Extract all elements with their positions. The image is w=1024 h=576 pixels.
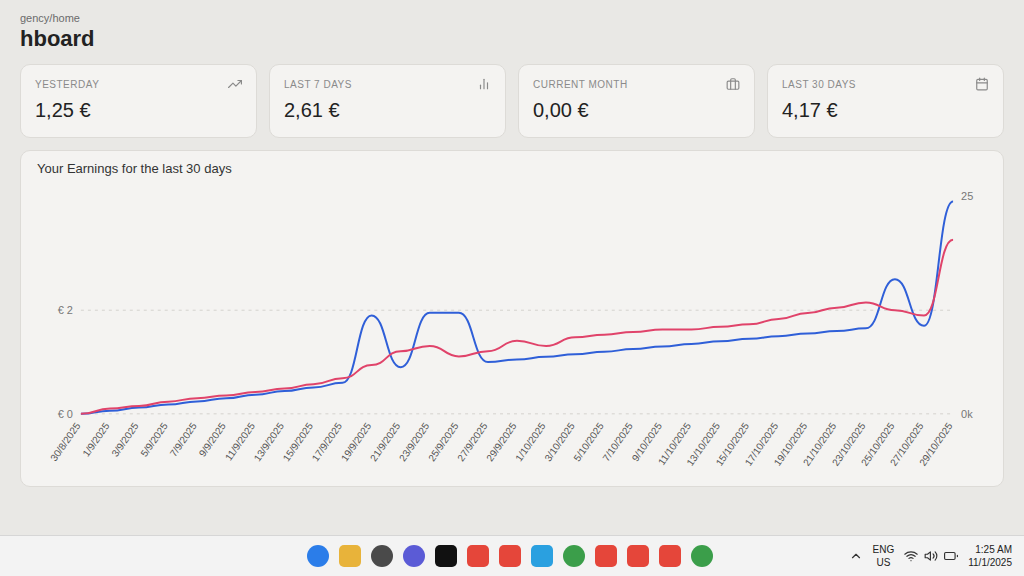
wifi-icon[interactable] xyxy=(904,549,918,563)
y-tick: € 2 xyxy=(58,304,953,316)
briefcase-icon xyxy=(726,77,740,91)
tiktok-icon[interactable] xyxy=(435,545,457,567)
stat-value: 1,25 € xyxy=(35,99,242,122)
tray-icons[interactable] xyxy=(904,549,958,563)
volume-icon[interactable] xyxy=(924,549,938,563)
stat-top: CURRENT MONTH xyxy=(533,77,740,91)
stat-top: YESTERDAY xyxy=(35,77,242,91)
page: gency/home hboard YESTERDAY 1,25 € LAST 7 DA… xyxy=(0,0,1024,576)
system-tray: ENGUS 1:25 AM11/1/2025 xyxy=(849,543,1012,569)
stat-label: CURRENT MONTH xyxy=(533,79,628,90)
x-tick: 9/9/2025 xyxy=(197,420,229,458)
page-title: hboard xyxy=(20,26,1004,52)
trend-up-icon xyxy=(228,77,242,91)
x-tick: 30/8/2025 xyxy=(48,420,83,463)
x-tick: 1/9/2025 xyxy=(80,420,112,458)
bar-chart-icon xyxy=(477,77,491,91)
y2-tick: 0k xyxy=(961,408,973,420)
clock[interactable]: 1:25 AM11/1/2025 xyxy=(968,543,1012,569)
app-circle-icon[interactable] xyxy=(403,545,425,567)
stat-top: LAST 30 DAYS xyxy=(782,77,989,91)
stat-card: CURRENT MONTH 0,00 € xyxy=(518,64,755,138)
stat-label: LAST 30 DAYS xyxy=(782,79,856,90)
stat-top: LAST 7 DAYS xyxy=(284,77,491,91)
brave-icon[interactable] xyxy=(467,545,489,567)
taskbar-apps xyxy=(307,545,713,567)
language-indicator[interactable]: ENGUS xyxy=(873,543,895,569)
stat-value: 2,61 € xyxy=(284,99,491,122)
stat-card: LAST 7 DAYS 2,61 € xyxy=(269,64,506,138)
stat-value: 0,00 € xyxy=(533,99,740,122)
stat-card: LAST 30 DAYS 4,17 € xyxy=(767,64,1004,138)
x-tick: 7/9/2025 xyxy=(168,420,200,458)
earnings-chart: € 0 € 2 0k 25 30/8/20251/9/20253/9/20255/9/2… xyxy=(37,180,987,480)
x-tick: 29/10/2025 xyxy=(917,420,955,468)
svg-text:€ 2: € 2 xyxy=(58,304,73,316)
chevron-up-icon[interactable] xyxy=(849,549,863,563)
stat-value: 4,17 € xyxy=(782,99,989,122)
brave-profile-icon[interactable] xyxy=(499,545,521,567)
chart-panel: Your Earnings for the last 30 days € 0 € 2… xyxy=(20,150,1004,487)
taskbar: ENGUS 1:25 AM11/1/2025 xyxy=(0,535,1024,576)
stat-card: YESTERDAY 1,25 € xyxy=(20,64,257,138)
dashboard: gency/home hboard YESTERDAY 1,25 € LAST 7 DA… xyxy=(0,0,1024,535)
brave-window-icon[interactable] xyxy=(595,545,617,567)
brave-window-icon[interactable] xyxy=(627,545,649,567)
stat-label: YESTERDAY xyxy=(35,79,99,90)
stat-label: LAST 7 DAYS xyxy=(284,79,352,90)
chrome-window-icon[interactable] xyxy=(691,545,713,567)
x-tick: 3/9/2025 xyxy=(109,420,141,458)
header: gency/home hboard xyxy=(20,12,1004,52)
y2-tick: 25 xyxy=(961,190,973,202)
y-tick: € 0 xyxy=(58,408,953,420)
folder-icon[interactable] xyxy=(339,545,361,567)
calendar-icon xyxy=(975,77,989,91)
svg-text:€ 0: € 0 xyxy=(58,408,73,420)
series-line xyxy=(81,240,953,414)
brave-window-icon[interactable] xyxy=(659,545,681,567)
series-line xyxy=(81,201,953,413)
chart-title: Your Earnings for the last 30 days xyxy=(37,161,987,176)
app-icon[interactable] xyxy=(371,545,393,567)
x-tick: 5/9/2025 xyxy=(138,420,170,458)
windows-search-icon[interactable] xyxy=(307,545,329,567)
battery-icon[interactable] xyxy=(944,549,958,563)
telegram-icon[interactable] xyxy=(531,545,553,567)
chrome-icon[interactable] xyxy=(563,545,585,567)
stats-grid: YESTERDAY 1,25 € LAST 7 DAYS 2,61 € CURRENT … xyxy=(20,64,1004,138)
breadcrumb[interactable]: gency/home xyxy=(20,12,1004,24)
